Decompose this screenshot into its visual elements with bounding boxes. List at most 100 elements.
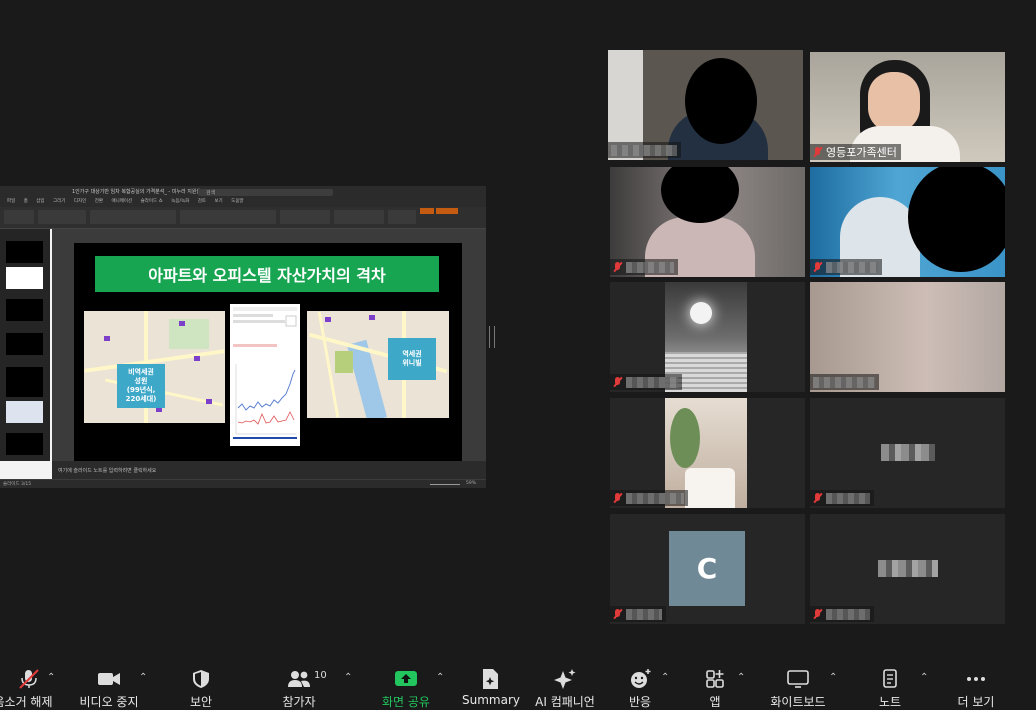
- editing-group[interactable]: [334, 210, 384, 224]
- mic-muted-icon: [813, 146, 823, 158]
- share-screen-button[interactable]: 화면 공유: [376, 658, 436, 709]
- video-tile[interactable]: [608, 50, 803, 160]
- callout-left: 비역세권 성원 (99년식, 220세대): [117, 364, 165, 408]
- more-label: 더 보기: [957, 695, 995, 709]
- apps-icon: [706, 670, 724, 688]
- participant-name-redacted: [826, 261, 878, 273]
- menu-item[interactable]: 녹음/녹화: [171, 199, 189, 204]
- menu-item[interactable]: 도움말: [231, 199, 243, 204]
- mic-muted-icon: [613, 492, 623, 504]
- menu-item[interactable]: 슬라이드 쇼: [141, 199, 163, 204]
- security-button[interactable]: 보안: [180, 658, 222, 709]
- participant-name-redacted: [881, 444, 935, 461]
- chevron-up-icon[interactable]: ⌃: [344, 672, 352, 683]
- notes-label: 노트: [878, 695, 902, 709]
- stop-video-label: 비디오 중지: [79, 695, 139, 709]
- sparkle-icon: [554, 669, 576, 689]
- participants-button[interactable]: 참가자: [277, 658, 321, 709]
- reactions-label: 반응: [628, 695, 652, 709]
- search-box[interactable]: 검색: [198, 189, 333, 196]
- split-handle[interactable]: [489, 326, 495, 348]
- stop-video-button[interactable]: 비디오 중지: [76, 658, 142, 709]
- menu-item[interactable]: 삽입: [36, 199, 44, 204]
- clipboard-group[interactable]: [4, 210, 34, 224]
- menu-item[interactable]: 홈: [24, 199, 28, 204]
- shared-screen: 1인가구 대상기반 임차 복합공실의 가격분석_ - 미누라 지원을 검색 파일…: [0, 186, 486, 488]
- menu-item[interactable]: 파일: [7, 199, 15, 204]
- font-group[interactable]: [90, 210, 176, 224]
- participants-count: 10: [314, 670, 327, 681]
- chevron-up-icon[interactable]: ⌃: [737, 672, 745, 683]
- video-tile[interactable]: C: [610, 514, 805, 624]
- slide-thumbnail[interactable]: [6, 433, 43, 455]
- menu-item[interactable]: 그리기: [53, 199, 65, 204]
- slide-thumbnail[interactable]: [6, 267, 43, 289]
- video-tile[interactable]: [610, 398, 805, 508]
- video-tile[interactable]: [610, 167, 805, 277]
- participants-icon: [288, 671, 310, 687]
- price-chart-card: [230, 304, 300, 446]
- slides-group[interactable]: [38, 210, 86, 224]
- unmute-label: 음소거 해제: [0, 695, 53, 709]
- ai-companion-label: AI 컴패니언: [535, 695, 595, 709]
- video-tile[interactable]: 영등포가족센터: [810, 52, 1005, 162]
- menu-item[interactable]: 디자인: [74, 199, 86, 204]
- menu-item[interactable]: 보기: [214, 199, 222, 204]
- record-button[interactable]: [420, 208, 434, 214]
- ai-companion-button[interactable]: AI 컴패니언: [530, 658, 600, 709]
- current-slide[interactable]: 아파트와 오피스텔 자산가치의 격차 비역세권 성원 (99년식, 220세대): [74, 243, 462, 461]
- paragraph-group[interactable]: [180, 210, 276, 224]
- video-tile[interactable]: [810, 398, 1005, 508]
- participant-name-redacted: [826, 608, 870, 620]
- slide-thumbnail[interactable]: [6, 367, 43, 397]
- powerpoint-titlebar: 1인가구 대상기반 임차 복합공실의 가격분석_ - 미누라 지원을 검색: [0, 186, 486, 198]
- participant-namebar: [810, 374, 879, 390]
- video-tile[interactable]: [810, 514, 1005, 624]
- summary-button[interactable]: Summary: [462, 658, 520, 707]
- map-left: 비역세권 성원 (99년식, 220세대): [84, 311, 225, 423]
- voice-group[interactable]: [388, 210, 416, 224]
- participant-name-redacted: [813, 376, 875, 388]
- more-dots-icon: [967, 677, 985, 681]
- chevron-up-icon[interactable]: ⌃: [436, 672, 444, 683]
- chevron-up-icon[interactable]: ⌃: [920, 672, 928, 683]
- participant-name: 영등포가족센터: [826, 146, 897, 159]
- slide-thumbnail[interactable]: [6, 401, 43, 423]
- drawing-group[interactable]: [280, 210, 330, 224]
- participant-name-redacted: [826, 492, 870, 504]
- face-redaction: [685, 58, 757, 144]
- mic-muted-icon: [813, 608, 823, 620]
- video-tile[interactable]: [810, 167, 1005, 277]
- participant-namebar: [610, 374, 682, 390]
- menu-item[interactable]: 애니메이션: [111, 199, 132, 204]
- slide-thumbnail[interactable]: [6, 299, 43, 321]
- chevron-up-icon[interactable]: ⌃: [47, 672, 55, 683]
- menu-item[interactable]: 검토: [198, 199, 206, 204]
- video-tile[interactable]: [610, 282, 805, 392]
- notes-icon: [883, 669, 897, 688]
- whiteboard-button[interactable]: 화이트보드: [766, 658, 830, 709]
- zoom-slider[interactable]: [430, 484, 460, 485]
- apps-button[interactable]: 앱: [698, 658, 732, 709]
- reactions-button[interactable]: 반응: [620, 658, 660, 709]
- mic-muted-icon: [813, 261, 823, 273]
- security-label: 보안: [189, 695, 213, 709]
- slide-thumbnail[interactable]: [6, 241, 43, 263]
- more-button[interactable]: 더 보기: [954, 658, 998, 709]
- status-bar: 슬라이드 3/15 59%: [0, 479, 486, 488]
- video-tile[interactable]: [810, 282, 1005, 392]
- chevron-up-icon[interactable]: ⌃: [661, 672, 669, 683]
- participant-namebar: [610, 490, 688, 506]
- slide-canvas: 아파트와 오피스텔 자산가치의 격차 비역세권 성원 (99년식, 220세대): [52, 229, 486, 461]
- slide-thumbnail[interactable]: [6, 333, 43, 355]
- participant-namebar: [610, 259, 678, 275]
- share-button[interactable]: [436, 208, 458, 214]
- chevron-up-icon[interactable]: ⌃: [829, 672, 837, 683]
- notes-button[interactable]: 노트: [870, 658, 910, 709]
- menu-item[interactable]: 전환: [95, 199, 103, 204]
- mic-muted-icon: [613, 608, 623, 620]
- participant-namebar: [810, 606, 874, 622]
- notes-pane[interactable]: 여기에 슬라이드 노트를 입력하려면 클릭하세요: [52, 461, 486, 479]
- chevron-up-icon[interactable]: ⌃: [139, 672, 147, 683]
- whiteboard-icon: [787, 670, 809, 688]
